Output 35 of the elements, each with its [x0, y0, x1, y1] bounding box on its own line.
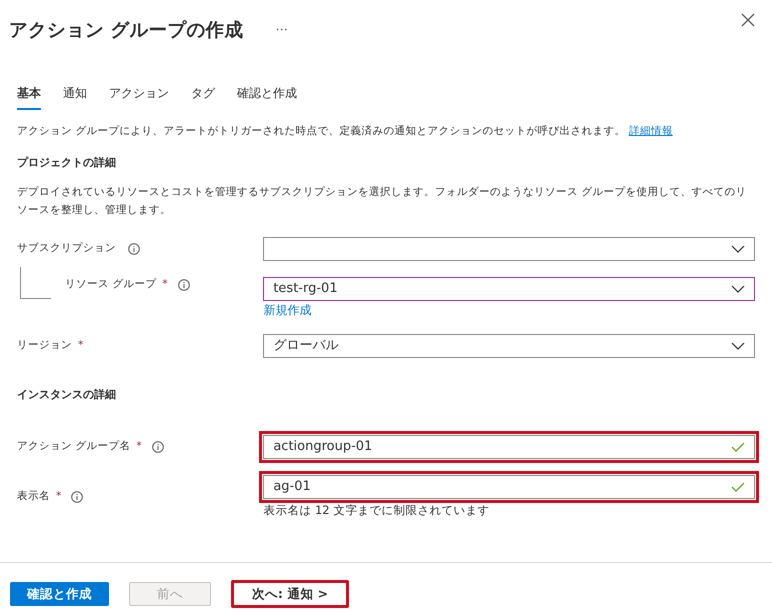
more-button[interactable]: ···: [269, 20, 294, 42]
hint-text: 表示名は 12 文字までに制限されています: [263, 502, 490, 520]
tab[interactable]: 基本: [17, 84, 41, 110]
required-mark: *: [56, 489, 62, 504]
window-title: アクション グループの作成: [9, 20, 244, 42]
tab[interactable]: タグ: [191, 84, 215, 110]
chevron-icon: [731, 342, 745, 350]
new-link[interactable]: 新規作成: [263, 301, 312, 320]
text-field[interactable]: ag-01: [263, 475, 755, 500]
chevron-icon: [731, 245, 745, 254]
field-label: 表示名: [17, 489, 50, 504]
text-field[interactable]: actiongroup-01: [263, 435, 755, 460]
section-heading: インスタンスの詳細: [17, 388, 117, 402]
dropdown[interactable]: グローバル: [263, 334, 755, 358]
button[interactable]: 確認と作成: [10, 582, 109, 606]
field-label: アクション グループ名: [17, 439, 130, 454]
required-mark: *: [162, 276, 168, 292]
section-description: デプロイされているリソースとコストを管理するサブスクリプションを選択します。フォルダーのようなリソース グループを使用して、すべてのリソースを整理し、管理します。: [17, 185, 748, 218]
field-label: リソース グループ: [65, 276, 156, 292]
field-label: リージョン: [17, 338, 72, 354]
section-heading: プロジェクトの詳細: [17, 156, 117, 170]
learn-more-link[interactable]: 詳細情報: [628, 125, 673, 137]
chevron-icon: [731, 285, 745, 294]
dropdown[interactable]: test-rg-01: [263, 277, 755, 302]
close-icon: [741, 13, 755, 28]
tab[interactable]: アクション: [109, 84, 169, 110]
button[interactable]: 次へ: 通知 >: [231, 580, 349, 608]
required-mark: *: [136, 439, 142, 454]
tab[interactable]: 確認と作成: [237, 84, 297, 110]
dropdown[interactable]: [263, 237, 755, 262]
field-label: サブスクリプション: [17, 241, 116, 256]
required-mark: *: [78, 338, 84, 354]
close-button[interactable]: [741, 13, 755, 29]
tab[interactable]: 通知: [63, 84, 87, 110]
intro-text: アクション グループにより、アラートがトリガーされた時点で、定義済みの通知とアクションのセットが呼び出されます。 詳細情報: [17, 124, 674, 139]
